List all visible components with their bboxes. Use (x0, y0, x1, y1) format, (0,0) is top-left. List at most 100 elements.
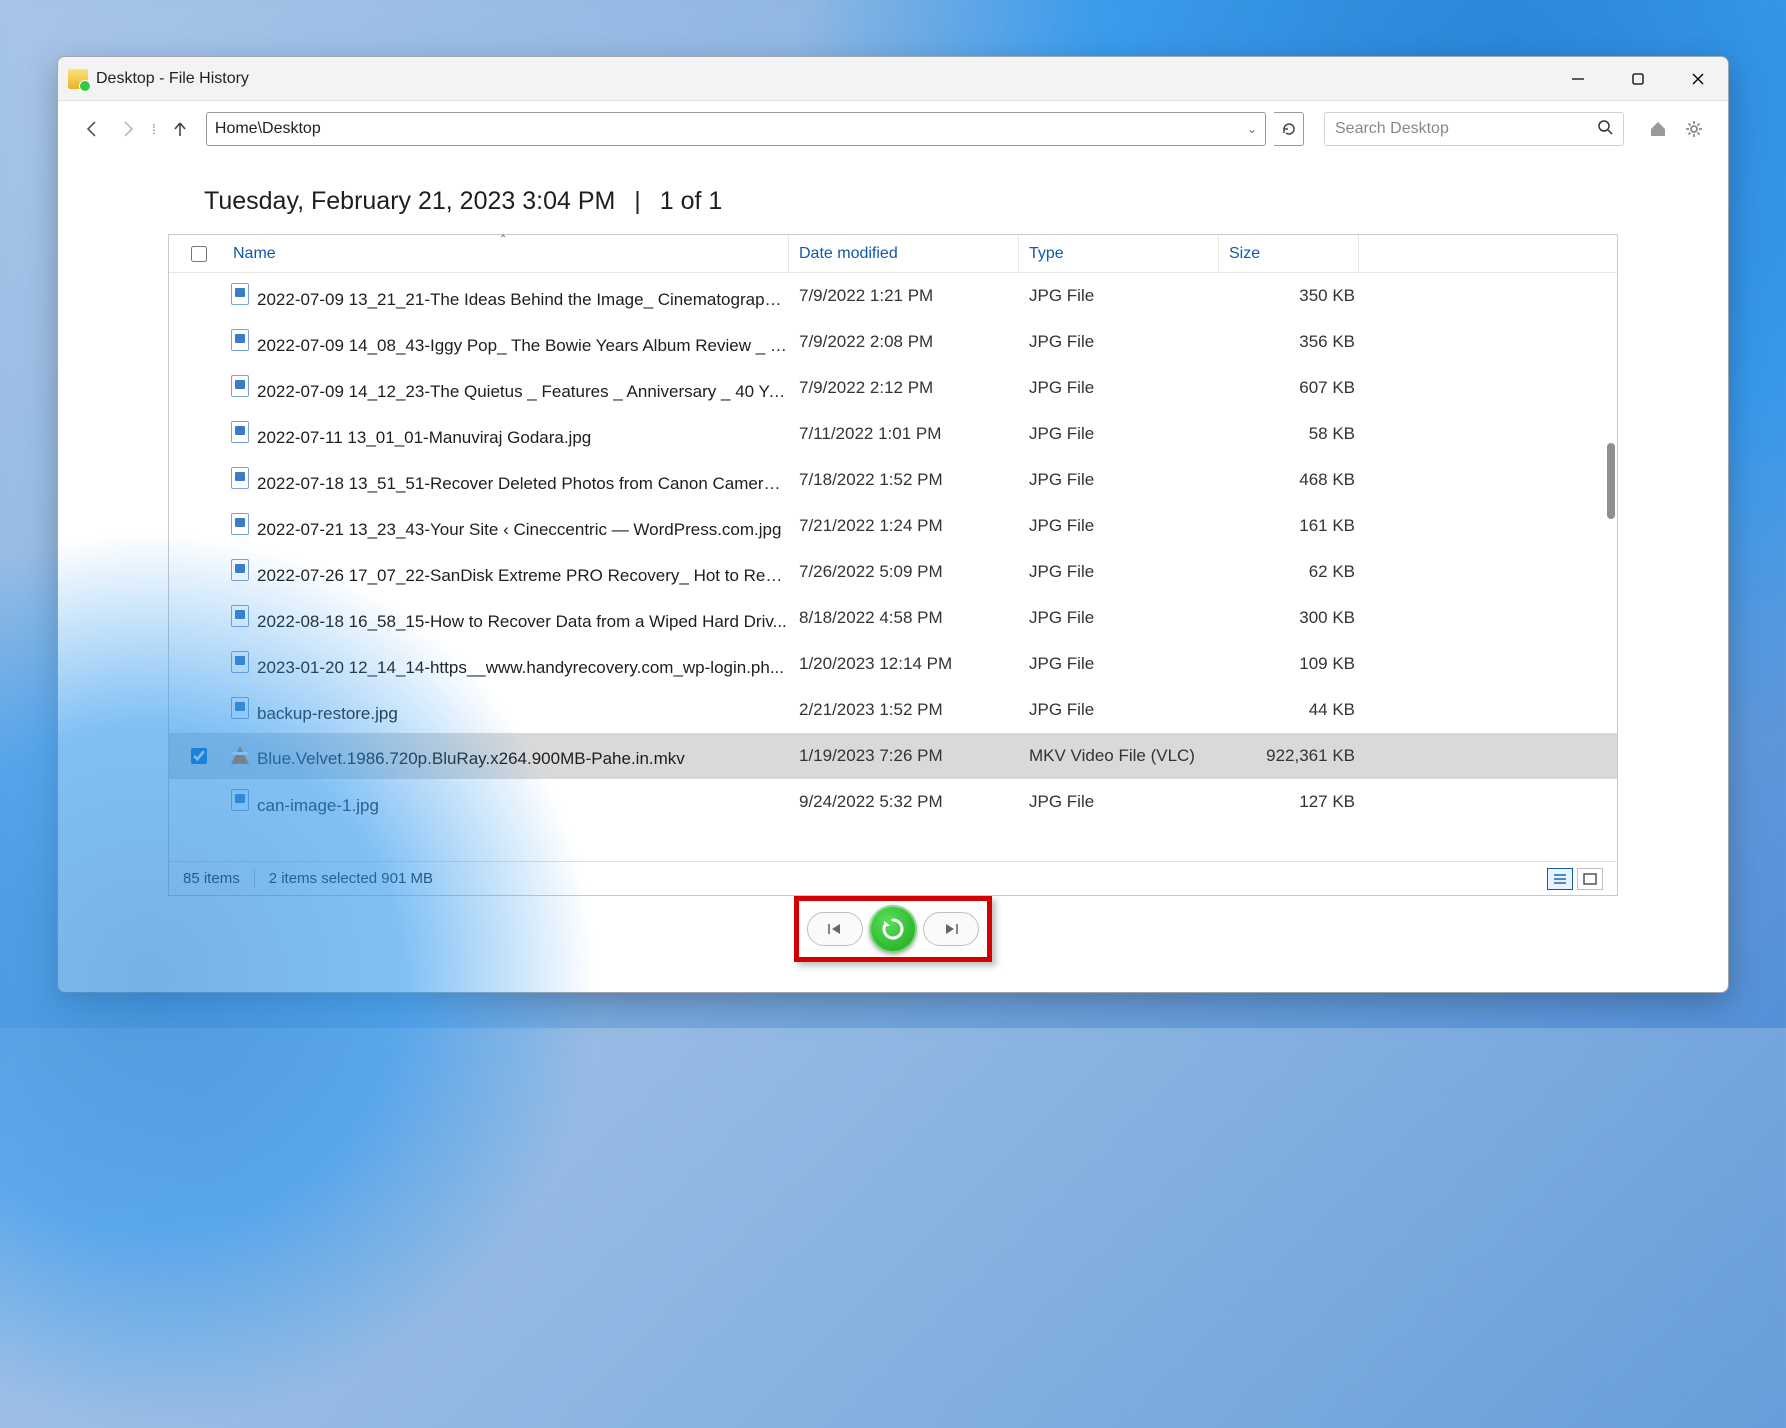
file-name: 2022-07-26 17_07_22-SanDisk Extreme PRO … (229, 559, 789, 586)
image-file-icon (229, 513, 251, 535)
table-row[interactable]: can-image-1.jpg9/24/2022 5:32 PMJPG File… (169, 779, 1617, 825)
file-history-window: Desktop - File History ⁞ Home\Desktop ⌄ (57, 56, 1729, 993)
file-date: 2/21/2023 1:52 PM (789, 700, 1019, 720)
file-type: JPG File (1019, 792, 1219, 812)
file-name: 2022-07-09 13_21_21-The Ideas Behind the… (229, 283, 789, 310)
image-file-icon (229, 605, 251, 627)
file-size: 356 KB (1219, 332, 1359, 352)
file-name: backup-restore.jpg (229, 697, 789, 724)
search-icon (1597, 119, 1613, 140)
address-dropdown-icon[interactable]: ⌄ (1247, 122, 1257, 136)
file-name: 2022-07-09 14_12_23-The Quietus _ Featur… (229, 375, 789, 402)
file-type: JPG File (1019, 470, 1219, 490)
file-name: can-image-1.jpg (229, 789, 789, 816)
vlc-icon (229, 744, 251, 766)
file-date: 1/20/2023 12:14 PM (789, 654, 1019, 674)
file-date: 7/9/2022 2:08 PM (789, 332, 1019, 352)
table-row[interactable]: backup-restore.jpg2/21/2023 1:52 PMJPG F… (169, 687, 1617, 733)
file-name: 2022-07-21 13_23_43-Your Site ‹ Cineccen… (229, 513, 789, 540)
table-row[interactable]: 2023-01-20 12_14_14-https__www.handyreco… (169, 641, 1617, 687)
image-file-icon (229, 697, 251, 719)
window-title: Desktop - File History (96, 70, 249, 88)
scrollbar-thumb[interactable] (1607, 443, 1615, 519)
table-row[interactable]: 2022-07-26 17_07_22-SanDisk Extreme PRO … (169, 549, 1617, 595)
maximize-button[interactable] (1608, 57, 1668, 101)
file-date: 7/21/2022 1:24 PM (789, 516, 1019, 536)
minimize-button[interactable] (1548, 57, 1608, 101)
view-details-button[interactable] (1547, 868, 1573, 890)
forward-button[interactable] (114, 115, 142, 143)
file-type: JPG File (1019, 286, 1219, 306)
file-date: 9/24/2022 5:32 PM (789, 792, 1019, 812)
app-icon (68, 69, 88, 89)
table-row[interactable]: 2022-07-11 13_01_01-Manuviraj Godara.jpg… (169, 411, 1617, 457)
search-input[interactable]: Search Desktop (1324, 112, 1624, 146)
file-size: 607 KB (1219, 378, 1359, 398)
file-size: 127 KB (1219, 792, 1359, 812)
snapshot-timestamp: Tuesday, February 21, 2023 3:04 PM (204, 187, 615, 215)
address-path: Home\Desktop (215, 120, 321, 138)
file-date: 7/11/2022 1:01 PM (789, 424, 1019, 444)
file-list[interactable]: 2022-07-09 13_21_21-The Ideas Behind the… (169, 273, 1617, 861)
file-date: 7/18/2022 1:52 PM (789, 470, 1019, 490)
address-bar[interactable]: Home\Desktop ⌄ (206, 112, 1266, 146)
status-selection: 2 items selected 901 MB (269, 870, 433, 887)
file-name: 2023-01-20 12_14_14-https__www.handyreco… (229, 651, 789, 678)
nav-separator: ⁞ (152, 121, 156, 137)
next-version-button[interactable] (923, 912, 979, 946)
image-file-icon (229, 789, 251, 811)
file-size: 62 KB (1219, 562, 1359, 582)
image-file-icon (229, 329, 251, 351)
table-row[interactable]: 2022-08-18 16_58_15-How to Recover Data … (169, 595, 1617, 641)
file-type: JPG File (1019, 654, 1219, 674)
bottom-controls (168, 896, 1618, 962)
status-bar: 85 items 2 items selected 901 MB (169, 861, 1617, 895)
table-row[interactable]: Blue.Velvet.1986.720p.BluRay.x264.900MB-… (169, 733, 1617, 779)
column-size[interactable]: Size (1219, 235, 1359, 272)
sort-indicator-icon: ⌃ (499, 234, 507, 245)
status-item-count: 85 items (183, 870, 240, 887)
file-size: 109 KB (1219, 654, 1359, 674)
search-placeholder: Search Desktop (1335, 120, 1449, 138)
column-headers: Name Date modified Type Size (169, 235, 1617, 273)
back-button[interactable] (78, 115, 106, 143)
table-row[interactable]: 2022-07-21 13_23_43-Your Site ‹ Cineccen… (169, 503, 1617, 549)
content-area: Tuesday, February 21, 2023 3:04 PM | 1 o… (58, 157, 1728, 992)
table-row[interactable]: 2022-07-09 14_08_43-Iggy Pop_ The Bowie … (169, 319, 1617, 365)
restore-button[interactable] (869, 905, 917, 953)
row-checkbox[interactable] (191, 748, 207, 764)
column-name[interactable]: Name (229, 235, 789, 272)
file-type: JPG File (1019, 424, 1219, 444)
file-size: 44 KB (1219, 700, 1359, 720)
file-name: Blue.Velvet.1986.720p.BluRay.x264.900MB-… (229, 744, 789, 769)
file-size: 468 KB (1219, 470, 1359, 490)
table-row[interactable]: 2022-07-09 13_21_21-The Ideas Behind the… (169, 273, 1617, 319)
file-type: JPG File (1019, 332, 1219, 352)
file-date: 1/19/2023 7:26 PM (789, 746, 1019, 766)
table-row[interactable]: 2022-07-09 14_12_23-The Quietus _ Featur… (169, 365, 1617, 411)
image-file-icon (229, 651, 251, 673)
file-type: JPG File (1019, 378, 1219, 398)
file-size: 350 KB (1219, 286, 1359, 306)
column-type[interactable]: Type (1019, 235, 1219, 272)
image-file-icon (229, 421, 251, 443)
file-name: 2022-07-09 14_08_43-Iggy Pop_ The Bowie … (229, 329, 789, 356)
file-name: 2022-07-18 13_51_51-Recover Deleted Phot… (229, 467, 789, 494)
column-date[interactable]: Date modified (789, 235, 1019, 272)
snapshot-page: 1 of 1 (660, 187, 723, 215)
file-name: 2022-08-18 16_58_15-How to Recover Data … (229, 605, 789, 632)
refresh-button[interactable] (1274, 112, 1304, 146)
file-type: JPG File (1019, 608, 1219, 628)
file-size: 161 KB (1219, 516, 1359, 536)
view-thumbnails-button[interactable] (1577, 868, 1603, 890)
settings-button[interactable] (1680, 115, 1708, 143)
file-date: 7/9/2022 1:21 PM (789, 286, 1019, 306)
select-all-checkbox[interactable] (191, 246, 207, 262)
snapshot-header: Tuesday, February 21, 2023 3:04 PM | 1 o… (168, 177, 1618, 234)
image-file-icon (229, 467, 251, 489)
home-button[interactable] (1644, 115, 1672, 143)
up-button[interactable] (166, 115, 194, 143)
table-row[interactable]: 2022-07-18 13_51_51-Recover Deleted Phot… (169, 457, 1617, 503)
previous-version-button[interactable] (807, 912, 863, 946)
close-button[interactable] (1668, 57, 1728, 101)
